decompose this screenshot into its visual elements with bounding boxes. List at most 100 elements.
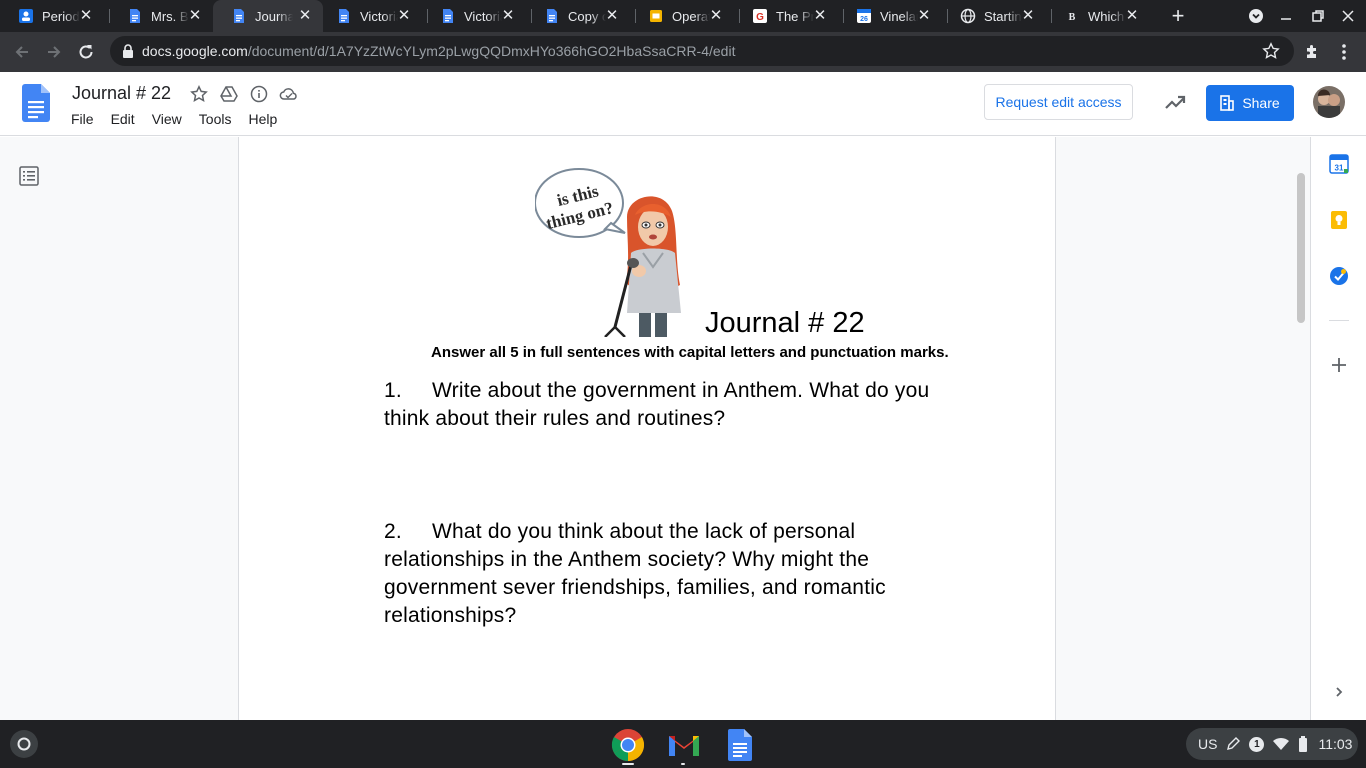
forward-icon[interactable] (42, 40, 66, 64)
red-logo-icon: G (752, 8, 768, 24)
notification-badge[interactable]: 1 (1249, 736, 1265, 752)
document-heading: Journal # 22 (705, 307, 865, 339)
request-edit-access-button[interactable]: Request edit access (984, 84, 1133, 120)
activity-dashboard-icon[interactable] (1164, 92, 1186, 114)
side-panel: 31 (1310, 137, 1366, 720)
tab-period[interactable]: Period 4 - Classroom ✕ (0, 0, 104, 32)
docs-app-icon[interactable] (723, 728, 757, 762)
close-icon[interactable]: ✕ (396, 8, 412, 24)
restore-icon[interactable] (1308, 6, 1328, 26)
docs-header: Journal # 22 File Edit View Tools Help R… (0, 72, 1366, 136)
document-outline-icon[interactable] (18, 165, 40, 187)
svg-text:31: 31 (1335, 164, 1344, 173)
docs-icon (544, 8, 560, 24)
docs-logo-icon[interactable] (22, 84, 50, 127)
close-icon[interactable]: ✕ (78, 8, 94, 24)
gmail-indicator (681, 763, 685, 765)
close-icon[interactable]: ✕ (1020, 8, 1036, 24)
close-icon[interactable]: ✕ (1124, 8, 1140, 24)
svg-text:G: G (756, 12, 764, 23)
status-tray[interactable]: US 1 11:03 (1186, 728, 1358, 760)
close-icon[interactable]: ✕ (604, 8, 620, 24)
back-icon[interactable] (10, 40, 34, 64)
chrome-active-indicator (622, 763, 634, 765)
vertical-scrollbar[interactable] (1297, 173, 1305, 323)
url-text: docs.google.com/document/d/1A7YzZtWcYLym… (142, 43, 736, 59)
extensions-icon[interactable] (1300, 40, 1324, 64)
side-panel-divider (1329, 320, 1349, 321)
address-bar[interactable]: docs.google.com/document/d/1A7YzZtWcYLym… (110, 36, 1294, 66)
browser-toolbar: docs.google.com/document/d/1A7YzZtWcYLym… (0, 32, 1366, 72)
chevron-right-icon[interactable] (1328, 681, 1350, 703)
tab-victoria-2[interactable]: Victoria - Document ✕ (422, 0, 526, 32)
close-window-icon[interactable] (1338, 6, 1358, 26)
close-icon[interactable]: ✕ (812, 8, 828, 24)
globe-icon (960, 8, 976, 24)
gmail-app-icon[interactable] (667, 728, 701, 762)
menu-view[interactable]: View (145, 109, 189, 129)
close-icon[interactable]: ✕ (916, 8, 932, 24)
lock-icon[interactable] (120, 43, 136, 59)
docs-icon (440, 8, 456, 24)
add-addon-icon[interactable] (1328, 354, 1350, 376)
close-icon[interactable]: ✕ (297, 8, 313, 24)
reload-icon[interactable] (74, 40, 98, 64)
tab-copy-of[interactable]: Copy of Document ✕ (526, 0, 630, 32)
avatar[interactable] (1313, 86, 1345, 118)
close-icon[interactable]: ✕ (187, 8, 203, 24)
slides-icon (648, 8, 664, 24)
calendar-icon: 26 (856, 8, 872, 24)
browser-menu-icon[interactable] (1332, 40, 1356, 64)
tasks-icon[interactable] (1328, 265, 1350, 287)
tab-search-icon[interactable] (1246, 6, 1266, 26)
question-2: 2. What do you think about the lack of pe… (384, 520, 886, 627)
close-icon[interactable]: ✕ (500, 8, 516, 24)
browser-tab-strip: Period 4 - Classroom ✕ Mrs. Bell's Class… (0, 0, 1366, 32)
tab-journal-22[interactable]: Journal # 22 ✕ (213, 0, 323, 32)
classroom-icon (18, 8, 34, 24)
share-button[interactable]: Share (1206, 85, 1294, 121)
tab-vineland[interactable]: 26 Vineland ✕ (838, 0, 942, 32)
tab-which[interactable]: B Which ✕ (1046, 0, 1150, 32)
clock[interactable]: 11:03 (1318, 736, 1352, 752)
keep-icon[interactable] (1328, 209, 1350, 231)
tab-operation[interactable]: Operation - Slides ✕ (630, 0, 734, 32)
document-title[interactable]: Journal # 22 (72, 83, 171, 104)
question-1: 1. Write about the government in Anthem. … (384, 379, 930, 430)
instructions-text: Answer all 5 in full sentences with capi… (431, 344, 949, 361)
bitmoji-image: is this thing on? (534, 167, 695, 342)
calendar-icon[interactable]: 31 (1328, 153, 1350, 175)
menu-help[interactable]: Help (241, 109, 284, 129)
star-icon[interactable] (189, 84, 209, 104)
chrome-app-icon[interactable] (611, 728, 645, 762)
close-icon[interactable]: ✕ (708, 8, 724, 24)
wifi-icon[interactable] (1272, 737, 1290, 751)
svg-text:B: B (1069, 12, 1076, 23)
info-icon[interactable] (249, 84, 269, 104)
tab-the-pro[interactable]: G The Pro ✕ (734, 0, 838, 32)
docs-icon (127, 8, 143, 24)
battery-icon[interactable] (1298, 736, 1308, 752)
menu-edit[interactable]: Edit (104, 109, 142, 129)
input-method[interactable]: US (1198, 736, 1217, 752)
launcher-icon[interactable] (10, 730, 38, 758)
tab-victoria-1[interactable]: Victoria - Document ✕ (318, 0, 422, 32)
building-icon (1220, 95, 1235, 111)
move-to-drive-icon[interactable] (219, 84, 239, 104)
tab-mrs-bell[interactable]: Mrs. Bell's Class ✕ (109, 0, 213, 32)
menu-bar: File Edit View Tools Help (64, 109, 287, 129)
menu-tools[interactable]: Tools (192, 109, 239, 129)
docs-icon (336, 8, 352, 24)
stylus-icon[interactable] (1225, 736, 1241, 752)
document-canvas: is this thing on? Journal # 22 Answer al… (0, 137, 1310, 720)
document-page[interactable]: is this thing on? Journal # 22 Answer al… (238, 137, 1056, 720)
minimize-icon[interactable] (1276, 6, 1296, 26)
svg-text:26: 26 (860, 16, 868, 23)
tab-starting[interactable]: Starting ✕ (942, 0, 1046, 32)
menu-file[interactable]: File (64, 109, 101, 129)
docs-icon (231, 8, 247, 24)
cloud-status-icon[interactable] (279, 84, 299, 104)
bookmark-star-icon[interactable] (1262, 42, 1280, 60)
b-logo-icon: B (1064, 8, 1080, 24)
new-tab-button[interactable]: + (1168, 5, 1188, 27)
